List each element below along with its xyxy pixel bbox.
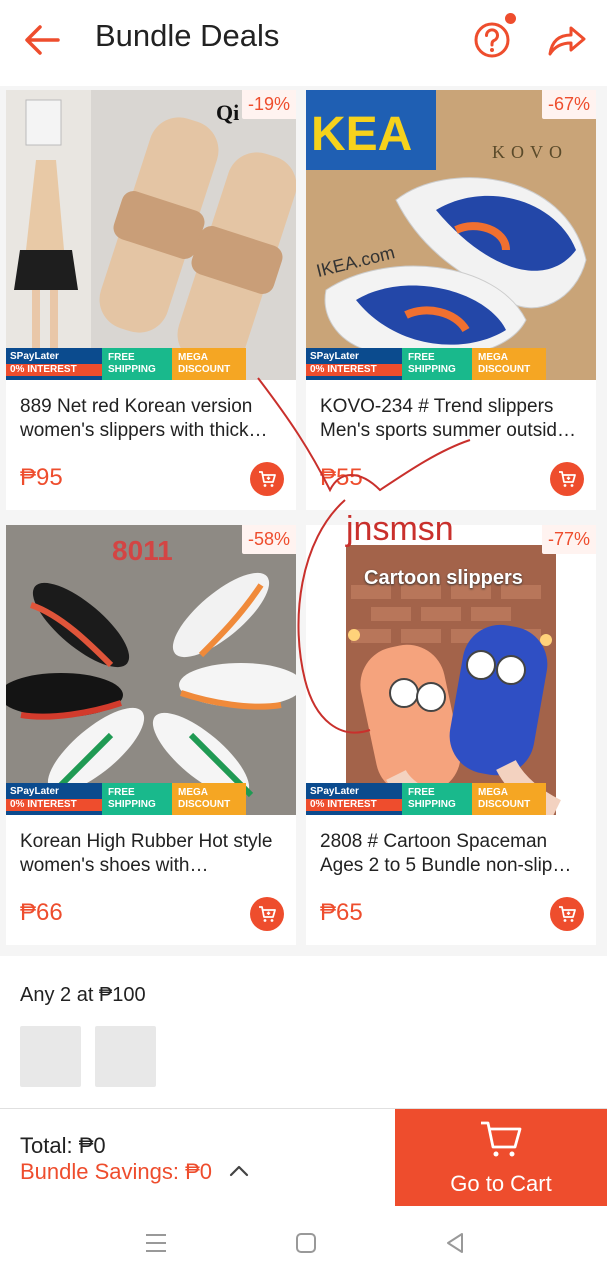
back-triangle-icon[interactable] (442, 1230, 468, 1256)
bundle-slot[interactable] (20, 1026, 81, 1087)
promo-badges: SPayLater 0% INTEREST FREE SHIPPING MEGA … (306, 348, 546, 380)
product-name: 889 Net red Korean version women's slipp… (20, 396, 253, 441)
svg-text:KEA: KEA (311, 108, 412, 161)
product-card[interactable]: Cartoon slippers -77% SPayLater 0% INTERE… (306, 525, 596, 945)
go-to-cart-button[interactable]: Go to Cart (395, 1109, 607, 1207)
product-name: Korean High Rubber Hot style women's sho… (20, 831, 273, 876)
add-to-cart-button[interactable] (550, 462, 584, 496)
checkout-footer: Total: ₱0 Bundle Savings: ₱0 Go to Cart (0, 1108, 607, 1207)
model-watermark: 8011 (112, 535, 173, 566)
product-name: 2808 # Cartoon Spaceman Ages 2 to 5 Bund… (320, 831, 553, 876)
menu-icon[interactable] (143, 1230, 169, 1256)
cart-icon (481, 1121, 522, 1157)
bundle-offer-text: Any 2 at ₱100 (20, 984, 146, 1006)
product-image: 8011 -58% SPayLater 0% INTEREST FREE SHIP… (6, 525, 296, 815)
bundle-savings[interactable]: Bundle Savings: ₱0 (20, 1159, 212, 1185)
product-price: ₱55 (320, 464, 363, 491)
product-price: ₱95 (20, 464, 63, 491)
product-card[interactable]: 8011 -58% SPayLater 0% INTEREST FREE SHIP… (6, 525, 296, 945)
promo-badges: SPayLater 0% INTEREST FREE SHIPPING MEGA … (6, 783, 246, 815)
total-amount: Total: ₱0 (20, 1133, 106, 1158)
promo-badges: SPayLater 0% INTEREST FREE SHIPPING MEGA … (6, 348, 246, 380)
bundle-slot[interactable] (95, 1026, 156, 1087)
back-arrow-icon[interactable] (20, 18, 64, 62)
promo-badges: SPayLater 0% INTEREST FREE SHIPPING MEGA … (306, 783, 546, 815)
top-bar: Bundle Deals (0, 0, 607, 86)
add-to-cart-button[interactable] (550, 897, 584, 931)
page-title: Bundle Deals (95, 18, 280, 53)
product-image: KEA IKEA.com KOVO -67% SPayLater 0% INTER… (306, 90, 596, 380)
system-navbar (0, 1206, 607, 1280)
add-to-cart-icon (559, 471, 576, 487)
discount-badge: -67% (541, 90, 596, 119)
product-card[interactable]: KEA IKEA.com KOVO -67% SPayLater 0% INTER… (306, 90, 596, 510)
add-to-cart-icon (259, 906, 276, 922)
product-image: Qi -19% SPayLater 0% INTEREST FREE SHIPPI… (6, 90, 296, 380)
product-price: ₱66 (20, 899, 63, 926)
brand-watermark: KOVO (492, 142, 568, 162)
bundle-section: Any 2 at ₱100 (0, 956, 607, 1108)
discount-badge: -77% (541, 525, 596, 554)
notification-dot (505, 13, 516, 24)
go-to-cart-label: Go to Cart (450, 1171, 552, 1196)
add-to-cart-button[interactable] (250, 897, 284, 931)
product-image: Cartoon slippers -77% SPayLater 0% INTERE… (306, 525, 596, 815)
chevron-up-icon[interactable] (228, 1161, 250, 1181)
add-to-cart-icon (559, 906, 576, 922)
home-square-icon[interactable] (293, 1230, 319, 1256)
product-price: ₱65 (320, 899, 363, 926)
share-icon[interactable] (544, 18, 588, 62)
discount-badge: -19% (241, 90, 296, 119)
product-name: KOVO-234 # Trend slippers Men's sports s… (320, 396, 568, 441)
add-to-cart-button[interactable] (250, 462, 284, 496)
discount-badge: -58% (241, 525, 296, 554)
product-card[interactable]: Qi -19% SPayLater 0% INTEREST FREE SHIPPI… (6, 90, 296, 510)
brand-watermark: Qi (216, 100, 240, 125)
add-to-cart-icon (259, 471, 276, 487)
help-icon[interactable] (472, 20, 512, 60)
image-caption: Cartoon slippers (364, 567, 523, 589)
